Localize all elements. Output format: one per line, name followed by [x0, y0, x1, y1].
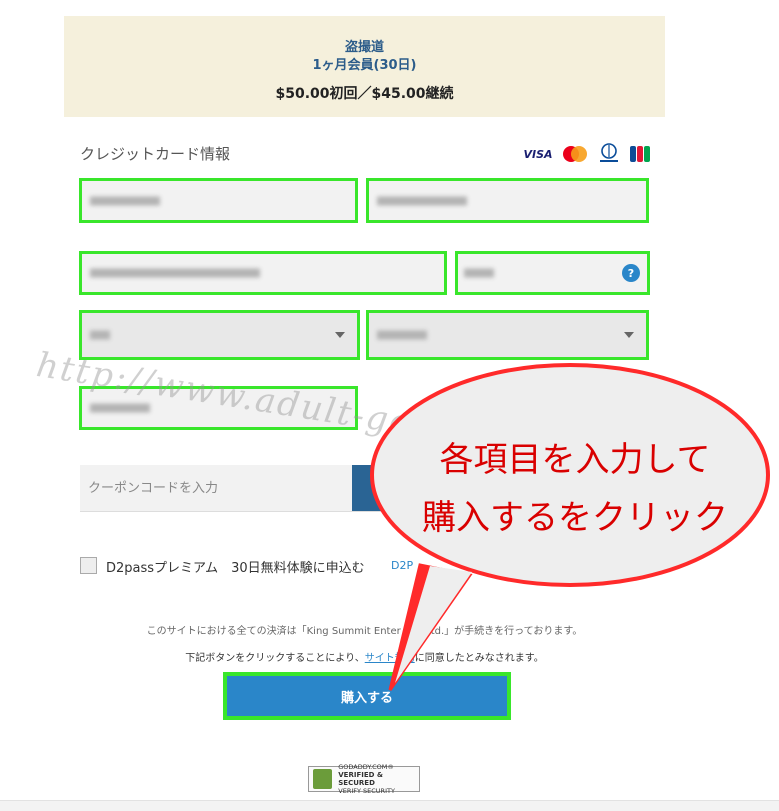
chevron-down-icon	[335, 332, 345, 338]
disclaimer-start: このサイトにおける全ての決済は「King Summit Enter	[146, 626, 401, 637]
cardholder-last-name-field[interactable]	[366, 178, 649, 223]
site-terms-link[interactable]: サイト規約	[365, 653, 415, 664]
callout-text-line-1: 各項目を入力して	[439, 440, 711, 480]
plan-name: 盗撮道	[344, 40, 384, 55]
expiry-year-select[interactable]	[366, 310, 649, 360]
terms-text-after: に同意したとみなされます。	[414, 653, 544, 664]
coupon-code-input[interactable]	[80, 465, 352, 512]
terms-agreement-text: 下記ボタンをクリックすることにより、サイト規約に同意したとみなされます。	[0, 649, 729, 664]
godaddy-security-badge[interactable]: GODADDY.COM® VERIFIED & SECURED VERIFY S…	[308, 763, 420, 795]
badge-line-3: VERIFY SECURITY	[338, 787, 395, 795]
callout-text-line-2: 購入するをクリック	[422, 498, 728, 538]
badge-line-2: VERIFIED & SECURED	[338, 771, 383, 787]
lock-icon	[313, 769, 333, 789]
purchase-button[interactable]: 購入する	[223, 672, 511, 720]
premium-trial-label: D2passプレミアム 30日無料体験に申込む	[106, 561, 365, 576]
credit-card-title: クレジットカード情報	[80, 145, 231, 163]
premium-trial-checkbox[interactable]	[80, 557, 97, 574]
jcb-icon	[630, 146, 650, 162]
chevron-down-icon	[624, 332, 634, 338]
premium-info-link[interactable]: D2P	[391, 559, 413, 572]
plan-summary: 盗撮道 1ヶ月会員(30日) $50.00初回／$45.00継続	[64, 16, 665, 117]
badge-line-1: GODADDY.COM®	[338, 763, 394, 771]
bottom-strip	[0, 800, 779, 811]
terms-text-before: 下記ボタンをクリックすることにより、	[185, 653, 365, 664]
expiry-month-select[interactable]	[79, 310, 360, 360]
plan-term: 1ヶ月会員(30日)	[312, 58, 417, 73]
payment-disclaimer: このサイトにおける全ての決済は「King Summit Enter td.」が手続…	[0, 622, 729, 637]
plan-price: $50.00初回／$45.00継続	[275, 86, 454, 102]
card-number-field[interactable]	[79, 251, 447, 295]
help-icon[interactable]: ?	[622, 264, 640, 282]
cardholder-first-name-field[interactable]	[79, 178, 358, 223]
visa-icon: VISA	[523, 147, 553, 161]
security-code-field[interactable]: ?	[455, 251, 650, 295]
diners-club-icon	[596, 143, 622, 162]
disclaimer-end: td.」が手続きを行っております。	[430, 626, 583, 637]
mastercard-icon	[560, 146, 590, 162]
